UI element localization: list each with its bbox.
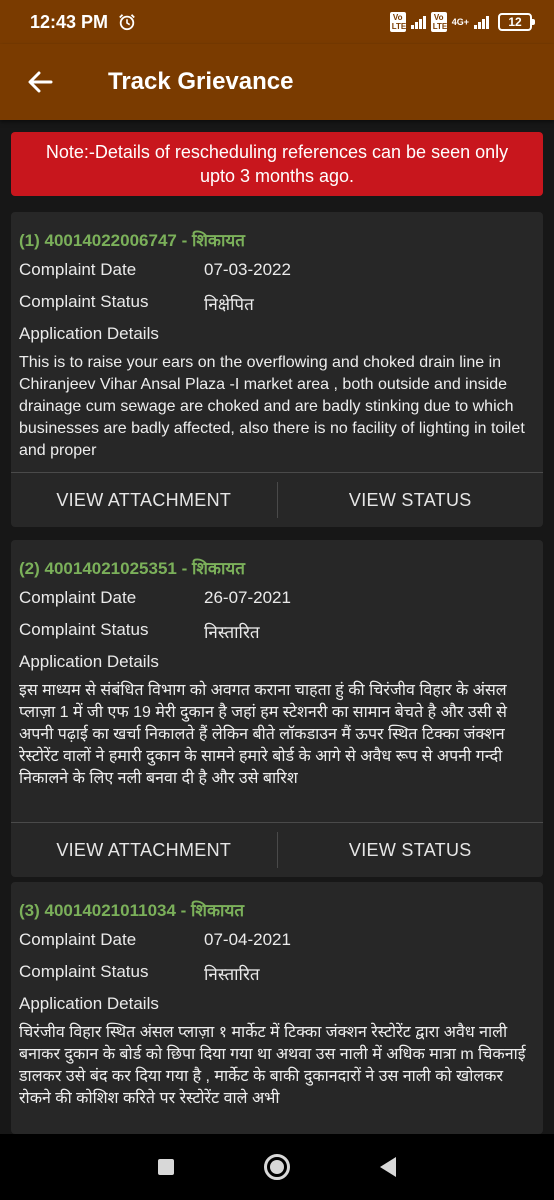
grievance-card: (3) 40014021011034 - शिकायत Complaint Da…	[11, 882, 543, 1134]
battery-icon: 12	[498, 13, 535, 31]
complaint-status-label: Complaint Status	[19, 962, 149, 981]
application-details-text: इस माध्यम से संबंधित विभाग को अवगत कराना…	[19, 682, 507, 787]
arrow-left-icon	[28, 71, 53, 93]
grievance-card: (2) 40014021025351 - शिकायत Complaint Da…	[11, 540, 543, 877]
complaint-status-label: Complaint Status	[19, 292, 149, 311]
home-icon[interactable]	[264, 1154, 290, 1180]
status-bar: 12:43 PM Vo LTE Vo LTE 4G+ 12	[0, 0, 554, 44]
grievance-reference[interactable]: (1) 40014022006747 - शिकायत	[19, 228, 535, 250]
complaint-date-value: 07-04-2021	[204, 930, 291, 949]
application-details-label: Application Details	[19, 994, 159, 1013]
view-attachment-button[interactable]: VIEW ATTACHMENT	[11, 840, 277, 861]
complaint-status-label: Complaint Status	[19, 620, 149, 639]
app-bar: Track Grievance	[0, 44, 554, 120]
signal-icon-sim1	[410, 15, 426, 29]
volte-badge-sim2: Vo LTE	[430, 12, 448, 32]
page-title: Track Grievance	[108, 68, 294, 95]
application-details-text: This is to raise your ears on the overfl…	[19, 354, 525, 459]
application-details-label: Application Details	[19, 324, 159, 343]
complaint-date-label: Complaint Date	[19, 260, 137, 279]
system-nav-bar	[0, 1134, 554, 1200]
signal-icon-sim2	[474, 15, 489, 29]
card-actions: VIEW ATTACHMENT VIEW STATUS	[11, 823, 543, 877]
view-status-button[interactable]: VIEW STATUS	[278, 490, 544, 511]
complaint-status-row: Complaint Status निस्तारित	[19, 962, 535, 984]
application-details-text: चिरंजीव विहार स्थित अंसल प्लाज़ा १ मार्क…	[19, 1024, 526, 1107]
volte-badge-sim1: Vo LTE	[389, 12, 407, 32]
complaint-status-value: निस्तारित	[204, 623, 260, 642]
battery-level: 12	[508, 15, 522, 29]
note-banner: Note:-Details of rescheduling references…	[11, 132, 543, 196]
complaint-date-value: 07-03-2022	[204, 260, 291, 279]
grievance-card: (1) 40014022006747 - शिकायत Complaint Da…	[11, 212, 543, 527]
application-details-label: Application Details	[19, 652, 159, 671]
complaint-date-label: Complaint Date	[19, 930, 137, 949]
view-status-button[interactable]: VIEW STATUS	[278, 840, 544, 861]
network-type: 4G+	[451, 16, 469, 27]
grievance-reference[interactable]: (2) 40014021025351 - शिकायत	[19, 556, 535, 578]
alarm-clock-icon	[119, 14, 135, 31]
complaint-status-row: Complaint Status निस्तारित	[19, 620, 535, 642]
complaint-status-row: Complaint Status निक्षेपित	[19, 292, 535, 314]
view-attachment-button[interactable]: VIEW ATTACHMENT	[11, 490, 277, 511]
card-actions: VIEW ATTACHMENT VIEW STATUS	[11, 473, 543, 527]
status-time: 12:43 PM	[30, 11, 109, 32]
recents-icon[interactable]	[158, 1159, 174, 1175]
complaint-status-value: निक्षेपित	[204, 295, 254, 314]
grievance-reference[interactable]: (3) 40014021011034 - शिकायत	[19, 898, 535, 920]
back-button[interactable]	[0, 44, 80, 120]
complaint-date-label: Complaint Date	[19, 588, 137, 607]
complaint-date-row: Complaint Date 07-04-2021	[19, 930, 535, 952]
complaint-date-row: Complaint Date 26-07-2021	[19, 588, 535, 610]
complaint-date-row: Complaint Date 07-03-2022	[19, 260, 535, 282]
complaint-date-value: 26-07-2021	[204, 588, 291, 607]
nav-back-icon[interactable]	[380, 1157, 396, 1177]
status-indicators: Vo LTE Vo LTE 4G+ 12	[389, 12, 535, 32]
complaint-status-value: निस्तारित	[204, 965, 260, 984]
